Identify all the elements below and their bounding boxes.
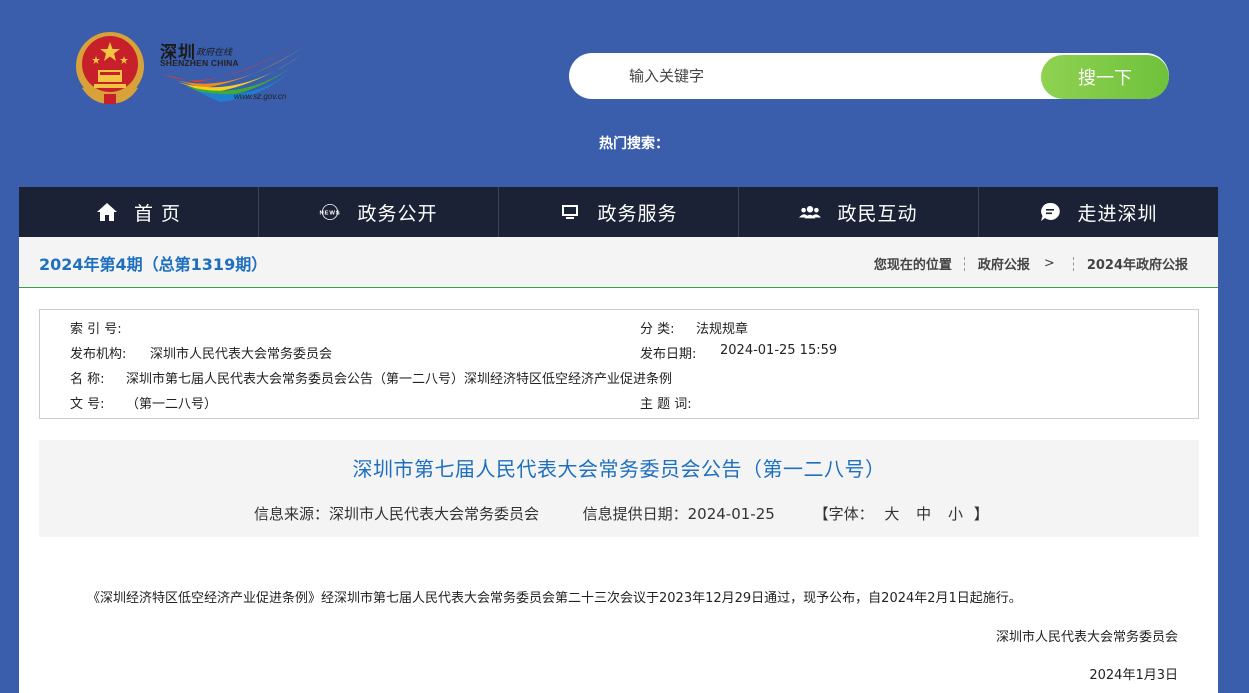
font-size-close: 】 <box>973 505 989 523</box>
nav-label: 政务服务 <box>597 202 678 225</box>
nav-item-about-shenzhen[interactable]: 走进深圳 <box>978 187 1218 237</box>
document-body: 《深圳经济特区低空经济产业促进条例》经深圳市第七届人民代表大会常务委员会第二十三… <box>87 591 1022 606</box>
nav-label: 首 页 <box>133 202 182 225</box>
home-icon <box>96 201 118 223</box>
news-icon: NEWS <box>319 201 341 223</box>
font-size-large[interactable]: 大 <box>884 505 899 523</box>
national-emblem-icon <box>76 32 144 104</box>
document-title: 深圳市第七届人民代表大会常务委员会公告（第一二八号） <box>352 457 886 481</box>
info-date-value: 2024-01-25 <box>687 505 775 523</box>
publish-date-value: 2024-01-25 15:59 <box>720 343 838 358</box>
breadcrumb-label: 您现在的位置 <box>873 258 952 273</box>
site-logo[interactable]: 深圳 政府在线 SHENZHEN CHINA www.sz.gov.cn <box>156 36 306 106</box>
people-icon <box>799 201 822 223</box>
breadcrumb-arrow: > <box>1043 256 1055 271</box>
svg-text:NEWS: NEWS <box>320 211 341 217</box>
publisher-label: 发布机构: <box>70 347 127 362</box>
publisher-value: 深圳市人民代表大会常务委员会 <box>150 347 333 362</box>
breadcrumb-link-2024-gazette[interactable]: 2024年政府公报 <box>1087 254 1188 273</box>
index-number-label: 索 引 号: <box>70 322 122 337</box>
document-number-value: （第一二八号） <box>126 397 218 412</box>
logo-english-title: SHENZHEN CHINA <box>160 58 239 68</box>
category-label: 分 类: <box>640 322 675 337</box>
main-nav: 首 页 NEWS 政务公开 政务服务 政民互动 走进深圳 <box>19 187 1218 237</box>
monitor-icon <box>559 201 581 223</box>
search-bar: 搜一下 <box>569 53 1169 99</box>
site-header: 深圳 政府在线 SHENZHEN CHINA www.sz.gov.cn 搜一下… <box>0 0 1249 187</box>
font-size-medium[interactable]: 中 <box>916 505 931 523</box>
breadcrumb-link-gazette[interactable]: 政府公报 <box>978 254 1030 273</box>
nav-label: 政民互动 <box>837 202 918 225</box>
document-number-label: 文 号: <box>70 397 105 412</box>
chat-bubble-icon <box>1039 201 1061 223</box>
source-value: 深圳市人民代表大会常务委员会 <box>329 505 540 523</box>
source-label: 信息来源： <box>254 505 330 523</box>
nav-label: 政务公开 <box>357 202 438 225</box>
search-input[interactable] <box>569 53 1039 99</box>
breadcrumb-divider <box>1072 256 1075 271</box>
font-size-control: 【字体： 大 中 小 】 <box>814 505 989 523</box>
publish-date-label: 发布日期: <box>640 347 697 362</box>
hot-search-label: 热门搜索： <box>599 136 669 152</box>
font-size-small[interactable]: 小 <box>948 505 963 523</box>
name-label: 名 称: <box>70 372 105 387</box>
name-value: 深圳市第七届人民代表大会常务委员会公告（第一二八号）深圳经济特区低空经济产业促进… <box>126 372 673 387</box>
logo-url: www.sz.gov.cn <box>234 92 287 101</box>
font-size-label: 【字体： <box>813 505 874 523</box>
nav-item-gov-services[interactable]: 政务服务 <box>498 187 738 237</box>
nav-item-gov-affairs[interactable]: NEWS 政务公开 <box>258 187 498 237</box>
document-metadata: 索 引 号: 分 类: 法规规章 发布机构: 深圳市人民代表大会常务委员会 发布… <box>39 309 1199 419</box>
document-header: 深圳市第七届人民代表大会常务委员会公告（第一二八号） 信息来源：深圳市人民代表大… <box>39 440 1199 537</box>
nav-label: 走进深圳 <box>1077 202 1158 225</box>
document-sign-date: 2024年1月3日 <box>1089 668 1178 683</box>
nav-item-interaction[interactable]: 政民互动 <box>738 187 978 237</box>
issue-title: 2024年第4期（总第1319期） <box>39 255 268 274</box>
search-button[interactable]: 搜一下 <box>1041 55 1169 99</box>
nav-item-home[interactable]: 首 页 <box>19 187 258 237</box>
issue-bar: 2024年第4期（总第1319期） 您现在的位置 政府公报 > 2024年政府公… <box>19 237 1218 288</box>
info-date-label: 信息提供日期： <box>582 505 688 523</box>
breadcrumb: 您现在的位置 政府公报 > 2024年政府公报 <box>874 254 1188 273</box>
document-signature: 深圳市人民代表大会常务委员会 <box>995 630 1178 645</box>
keywords-label: 主 题 词: <box>640 397 692 412</box>
logo-subtitle: 政府在线 <box>196 48 233 58</box>
content-panel: 2024年第4期（总第1319期） 您现在的位置 政府公报 > 2024年政府公… <box>19 237 1218 693</box>
category-value: 法规规章 <box>696 322 749 337</box>
breadcrumb-divider <box>963 256 966 271</box>
document-info: 信息来源：深圳市人民代表大会常务委员会 信息提供日期：2024-01-25 【字… <box>254 503 989 524</box>
